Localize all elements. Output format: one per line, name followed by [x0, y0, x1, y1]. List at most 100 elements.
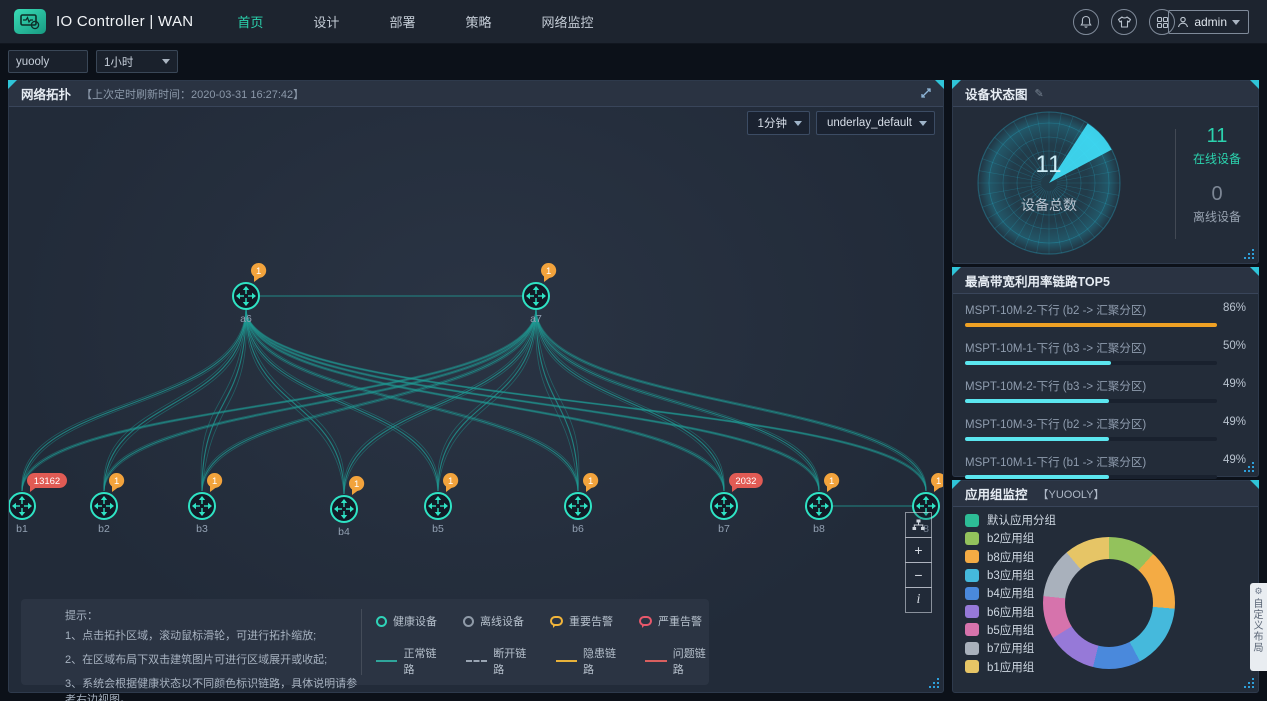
- theme-skin-icon[interactable]: [1111, 9, 1137, 35]
- topology-node-b2[interactable]: b21: [91, 473, 124, 535]
- topology-node-a7[interactable]: a7 1: [523, 263, 556, 325]
- fit-view-button[interactable]: [905, 512, 932, 538]
- topology-link[interactable]: [246, 309, 438, 491]
- utilization-percent: 86%: [1223, 302, 1246, 318]
- topology-link[interactable]: [22, 309, 246, 491]
- app-group-name: b7应用组: [987, 640, 1034, 656]
- topbar-icons: [1073, 9, 1175, 35]
- topology-link[interactable]: [22, 309, 536, 491]
- legend-item: 离线设备: [463, 613, 524, 629]
- alarm-count: 1: [829, 476, 834, 487]
- topology-link[interactable]: [246, 309, 926, 491]
- top5-title: 最高带宽利用率链路TOP5: [965, 271, 1110, 290]
- topology-link[interactable]: [104, 309, 246, 491]
- edit-icon[interactable]: ✎: [1035, 87, 1044, 100]
- nav-item-network-monitor[interactable]: 网络监控: [539, 8, 595, 35]
- tips-title: 提示：: [65, 607, 361, 623]
- topology-node-b8[interactable]: b81: [806, 473, 839, 535]
- topology-node-b1[interactable]: b113162: [9, 473, 67, 535]
- bar-track: [965, 399, 1217, 403]
- topology-link[interactable]: [22, 309, 536, 491]
- app-group-legend: 默认应用分组b2应用组b8应用组b3应用组b4应用组b6应用组b5应用组b7应用…: [965, 511, 1056, 676]
- top5-item: MSPT-10M-1-下行 (b3 -> 汇聚分区)50%: [965, 340, 1246, 365]
- utilization-bar: [965, 475, 1109, 479]
- topology-node-b5[interactable]: b51: [425, 473, 458, 535]
- device-circle-icon: [376, 616, 387, 627]
- app-group-suffix: 【YUOOLY】: [1038, 486, 1105, 502]
- app-legend-item[interactable]: b3应用组: [965, 566, 1056, 584]
- link-name: MSPT-10M-1-下行 (b3 -> 汇聚分区): [965, 340, 1146, 356]
- corner-accent: [952, 480, 961, 489]
- topology-node-b6[interactable]: b61: [565, 473, 598, 535]
- chevron-down-icon: [1232, 20, 1240, 25]
- app-legend-item[interactable]: b5应用组: [965, 621, 1056, 639]
- topology-node-b3[interactable]: b31: [189, 473, 222, 535]
- topology-link[interactable]: [22, 309, 536, 491]
- info-button[interactable]: i: [905, 587, 932, 613]
- donut-hole: [1065, 559, 1153, 647]
- alarm-count: 13162: [34, 476, 60, 487]
- device-status-title: 设备状态图: [965, 84, 1028, 103]
- node-label: a7: [530, 313, 542, 325]
- legend-color-chip: [965, 514, 979, 527]
- legend-item: 健康设备: [376, 613, 437, 629]
- time-range-select[interactable]: 1小时: [96, 50, 178, 73]
- topology-link[interactable]: [22, 309, 246, 491]
- resize-grip[interactable]: [1242, 460, 1255, 473]
- user-menu[interactable]: admin: [1168, 10, 1249, 34]
- zoom-in-button[interactable]: +: [905, 537, 932, 563]
- node-label: b2: [98, 523, 110, 535]
- topology-link[interactable]: [202, 309, 536, 491]
- app-legend-item[interactable]: b7应用组: [965, 639, 1056, 657]
- link-line-icon: [466, 660, 487, 662]
- app-group-header: 应用组监控 【YUOOLY】: [953, 481, 1258, 507]
- nav-item-policy[interactable]: 策略: [463, 8, 493, 35]
- app-group-monitor-panel: 应用组监控 【YUOOLY】 默认应用分组b2应用组b8应用组b3应用组b4应用…: [952, 480, 1259, 693]
- topology-link[interactable]: [536, 309, 819, 491]
- notification-bell-icon[interactable]: [1073, 9, 1099, 35]
- zoom-out-button[interactable]: −: [905, 562, 932, 588]
- app-group-name: b6应用组: [987, 604, 1034, 620]
- bar-track: [965, 361, 1217, 365]
- utilization-bar: [965, 437, 1109, 441]
- topology-node-a6[interactable]: a61: [233, 263, 266, 325]
- link-line-icon: [376, 660, 397, 662]
- network-topology-panel: 网络拓扑 【上次定时刷新时间：2020-03-31 16:27:42】 1分钟 …: [8, 80, 944, 693]
- node-label: a6: [240, 313, 252, 325]
- topology-link[interactable]: [246, 309, 926, 491]
- tenant-input[interactable]: [8, 50, 88, 73]
- user-icon: [1177, 16, 1189, 28]
- legend-color-chip: [965, 550, 979, 563]
- topology-link[interactable]: [536, 309, 926, 491]
- app-legend-item[interactable]: b2应用组: [965, 529, 1056, 547]
- app-legend-item[interactable]: b1应用组: [965, 657, 1056, 675]
- global-filters: 1小时: [8, 50, 178, 73]
- resize-grip[interactable]: [1242, 676, 1255, 689]
- topology-node-b4[interactable]: b41: [331, 476, 364, 538]
- nav-item-deploy[interactable]: 部署: [387, 8, 417, 35]
- divider: [1175, 129, 1176, 239]
- nav-item-design[interactable]: 设计: [311, 8, 341, 35]
- app-legend-item[interactable]: 默认应用分组: [965, 511, 1056, 529]
- custom-layout-tab[interactable]: ⚙ 自定义布局: [1250, 583, 1267, 671]
- resize-grip[interactable]: [1242, 247, 1255, 260]
- nav-item-home[interactable]: 首页: [235, 8, 265, 35]
- alarm-count: 1: [546, 266, 551, 277]
- utilization-percent: 49%: [1223, 378, 1246, 394]
- topology-link[interactable]: [246, 309, 926, 491]
- topology-link[interactable]: [536, 309, 926, 491]
- app-title: IO Controller | WAN: [56, 13, 193, 30]
- topology-link[interactable]: [202, 309, 536, 491]
- alarm-bubble-icon: [639, 616, 652, 626]
- topology-canvas[interactable]: a61a71b113162b21b31b41b51b61b72032b8181: [9, 107, 943, 599]
- node-label: b4: [338, 526, 350, 538]
- resize-grip[interactable]: [927, 676, 940, 689]
- topology-node-b7[interactable]: b72032: [711, 473, 763, 535]
- topology-link[interactable]: [536, 309, 926, 491]
- expand-icon[interactable]: [919, 86, 933, 105]
- corner-accent: [952, 267, 961, 276]
- legend-item: 正常链路: [376, 645, 440, 677]
- app-legend-item[interactable]: b8应用组: [965, 548, 1056, 566]
- bar-track: [965, 475, 1217, 479]
- topology-legend: 健康设备离线设备重要告警严重告警 正常链路断开链路隐患链路问题链路: [362, 599, 709, 685]
